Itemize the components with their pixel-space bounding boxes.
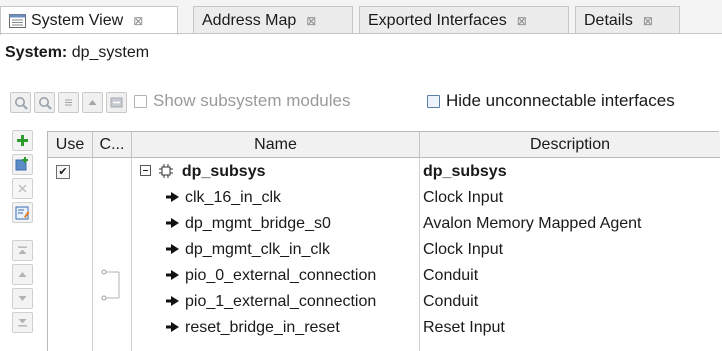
table-header: Use C... Name Description [48, 132, 720, 158]
checkbox-box[interactable] [134, 94, 147, 108]
zoom-in-button[interactable] [10, 92, 31, 113]
col-header-use[interactable]: Use [48, 132, 93, 158]
row-name: reset_bridge_in_reset [185, 319, 340, 336]
system-contents-table: Use C... Name Description ✔ dp_subsys dp… [47, 131, 720, 351]
tab-label: Details [584, 11, 633, 29]
port-arrow-icon [166, 269, 179, 280]
zoom-out-button[interactable] [34, 92, 55, 113]
triangle-up-icon [88, 100, 97, 105]
description-cell: dp_subsys [423, 163, 507, 180]
table-row[interactable]: pio_1_external_connection Conduit [48, 289, 720, 315]
edit-button[interactable] [12, 202, 33, 223]
col-header-name[interactable]: Name [132, 132, 420, 158]
row-name: pio_1_external_connection [185, 293, 377, 310]
hide-unconnectable-checkbox[interactable]: Hide unconnectable interfaces [427, 91, 675, 111]
row-name: dp_subsys [181, 163, 266, 180]
show-subsystem-checkbox[interactable]: Show subsystem modules [134, 91, 350, 111]
collapse-icon [65, 99, 72, 106]
checkbox-label: Hide unconnectable interfaces [446, 91, 675, 110]
tab-label: System View [31, 12, 124, 29]
description-cell: Avalon Memory Mapped Agent [423, 215, 642, 232]
move-up-button[interactable] [82, 92, 103, 113]
move-to-top-button[interactable] [12, 240, 33, 261]
name-cell: pio_1_external_connection [166, 289, 418, 315]
table-row[interactable]: reset_bridge_in_reset Reset Input [48, 315, 720, 341]
add-button[interactable] [12, 130, 33, 151]
description-cell: Reset Input [423, 319, 505, 336]
tab-system-view[interactable]: System View ⊠ [0, 6, 178, 35]
use-checkbox[interactable]: ✔ [56, 165, 70, 179]
port-arrow-icon [166, 321, 179, 332]
system-prefix: System: [5, 44, 68, 61]
collapse-toggle-icon[interactable] [140, 165, 151, 177]
description-cell: Clock Input [423, 241, 504, 258]
row-name: dp_mgmt_clk_in_clk [185, 241, 330, 258]
close-icon [18, 184, 27, 193]
row-name: clk_16_in_clk [185, 189, 282, 206]
name-cell: dp_mgmt_bridge_s0 [166, 211, 418, 237]
add-component-icon [15, 157, 28, 171]
name-cell: pio_0_external_connection [166, 263, 418, 289]
add-component-button[interactable] [12, 154, 33, 175]
checkbox-box[interactable] [427, 94, 440, 108]
close-icon[interactable]: ⊠ [306, 14, 316, 28]
triangle-down-icon [18, 296, 27, 301]
name-cell: dp_mgmt_clk_in_clk [166, 237, 418, 263]
table-row[interactable]: clk_16_in_clk Clock Input [48, 185, 720, 211]
tab-details[interactable]: Details ⊠ [575, 6, 680, 34]
name-cell: reset_bridge_in_reset [166, 315, 418, 341]
col-header-description[interactable]: Description [420, 132, 720, 158]
tab-divider [0, 33, 722, 34]
checkbox-label: Show subsystem modules [153, 91, 351, 110]
system-label: System: dp_system [5, 44, 149, 62]
row-name: pio_0_external_connection [185, 267, 377, 284]
side-action-strip [12, 130, 34, 351]
close-icon[interactable]: ⊠ [643, 14, 653, 28]
table-row[interactable]: dp_mgmt_bridge_s0 Avalon Memory Mapped A… [48, 211, 720, 237]
zoom-icon [14, 96, 28, 110]
remove-button[interactable] [12, 178, 33, 199]
port-arrow-icon [166, 295, 179, 306]
tab-address-map[interactable]: Address Map ⊠ [193, 6, 353, 34]
filter-button[interactable] [106, 92, 127, 113]
move-bottom-icon [18, 319, 27, 327]
name-cell: dp_subsys [140, 159, 418, 185]
port-arrow-icon [166, 243, 179, 254]
table-row[interactable]: dp_mgmt_clk_in_clk Clock Input [48, 237, 720, 263]
move-to-bottom-button[interactable] [12, 312, 33, 333]
close-icon[interactable]: ⊠ [133, 14, 143, 28]
zoom-icon [38, 96, 52, 110]
editor-tab-bar: System View ⊠ Address Map ⊠ Exported Int… [0, 0, 722, 35]
move-down-button[interactable] [12, 288, 33, 309]
table-row[interactable]: ✔ dp_subsys dp_subsys [48, 159, 720, 185]
plus-icon [17, 135, 28, 146]
view-toolbar: Show subsystem modules Hide unconnectabl… [0, 88, 722, 118]
tab-exported-interfaces[interactable]: Exported Interfaces ⊠ [359, 6, 569, 34]
col-header-connections[interactable]: C... [93, 132, 132, 158]
description-cell: Conduit [423, 267, 479, 284]
name-cell: clk_16_in_clk [166, 185, 418, 211]
collapse-button[interactable] [58, 92, 79, 113]
move-up-button[interactable] [12, 264, 33, 285]
row-name: dp_mgmt_bridge_s0 [185, 215, 331, 232]
filter-icon [110, 97, 123, 108]
port-arrow-icon [166, 191, 179, 202]
move-top-icon [18, 246, 27, 254]
triangle-up-icon [18, 272, 27, 277]
system-name: dp_system [71, 44, 150, 61]
description-cell: Clock Input [423, 189, 504, 206]
tab-label: Address Map [202, 11, 297, 29]
close-icon[interactable]: ⊠ [517, 14, 527, 28]
description-cell: Conduit [423, 293, 479, 310]
tab-label: Exported Interfaces [368, 11, 507, 29]
edit-icon [15, 206, 30, 219]
table-row[interactable]: pio_0_external_connection Conduit [48, 263, 720, 289]
port-arrow-icon [166, 217, 179, 228]
system-view-icon [9, 14, 26, 28]
component-icon [159, 163, 174, 178]
